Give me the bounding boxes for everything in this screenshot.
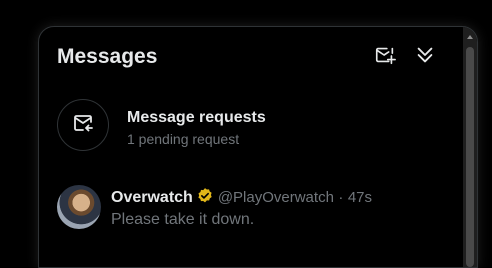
page-title: Messages xyxy=(57,45,158,68)
conversation-header: Overwatch @PlayOverwatch · 47s xyxy=(111,187,372,210)
messages-header[interactable]: Messages xyxy=(39,27,477,89)
scrollbar[interactable] xyxy=(463,27,477,267)
message-preview: Please take it down. xyxy=(111,211,255,228)
messages-drawer: Messages Message requests 1 pending requ… xyxy=(38,26,478,268)
timestamp: 47s xyxy=(347,189,373,206)
scrollbar-thumb[interactable] xyxy=(466,47,474,267)
scroll-up-arrow-icon[interactable] xyxy=(467,35,473,39)
message-requests-title: Message requests xyxy=(127,109,266,126)
new-message-icon xyxy=(374,44,396,71)
separator-dot: · xyxy=(338,189,344,206)
verified-badge-icon xyxy=(196,187,214,210)
new-message-button[interactable] xyxy=(373,45,397,69)
conversation-name: Overwatch xyxy=(111,189,193,206)
collapse-button[interactable] xyxy=(413,45,437,69)
message-requests-item[interactable]: Message requests 1 pending request xyxy=(39,97,463,157)
double-chevron-down-icon xyxy=(414,44,436,71)
conversation-item[interactable]: Overwatch @PlayOverwatch · 47s Please tak… xyxy=(39,183,463,253)
envelope-arrow-icon xyxy=(71,111,95,140)
message-requests-icon-circle xyxy=(57,99,109,151)
pending-requests-count: 1 pending request xyxy=(127,131,240,147)
avatar[interactable] xyxy=(57,185,101,229)
conversation-handle: @PlayOverwatch xyxy=(217,189,334,206)
